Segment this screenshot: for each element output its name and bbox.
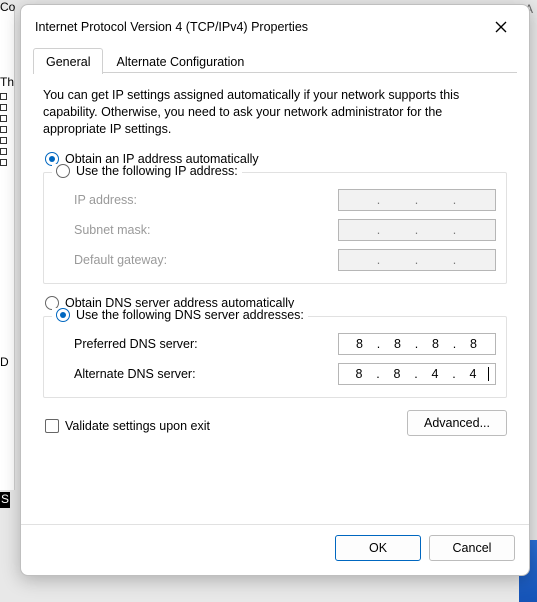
tab-content-general: You can get IP settings assigned automat… bbox=[21, 73, 529, 524]
default-gateway-label: Default gateway: bbox=[74, 253, 167, 267]
preferred-dns-input[interactable]: 8. 8. 8. 8 bbox=[338, 333, 496, 355]
dialog-footer: OK Cancel bbox=[21, 524, 529, 575]
ip-manual-group: Use the following IP address: IP address… bbox=[43, 172, 507, 284]
alternate-dns-input[interactable]: 8. 8. 4. 4 bbox=[338, 363, 496, 385]
tab-general[interactable]: General bbox=[33, 48, 103, 74]
bg-text: S bbox=[0, 492, 10, 508]
tab-alternate-configuration[interactable]: Alternate Configuration bbox=[103, 48, 257, 74]
radio-icon bbox=[56, 164, 70, 178]
default-gateway-input: ... bbox=[338, 249, 496, 271]
dialog-title: Internet Protocol Version 4 (TCP/IPv4) P… bbox=[35, 20, 308, 34]
checkbox-label: Validate settings upon exit bbox=[65, 419, 210, 433]
subnet-mask-label: Subnet mask: bbox=[74, 223, 150, 237]
radio-ip-manual[interactable]: Use the following IP address: bbox=[52, 164, 242, 178]
dns-manual-group: Use the following DNS server addresses: … bbox=[43, 316, 507, 398]
bg-text: Th bbox=[0, 75, 14, 170]
validate-settings-checkbox[interactable]: Validate settings upon exit bbox=[45, 419, 210, 433]
preferred-dns-label: Preferred DNS server: bbox=[74, 337, 198, 351]
checkbox-icon bbox=[45, 419, 59, 433]
text-caret bbox=[488, 367, 489, 381]
ipv4-properties-dialog: Internet Protocol Version 4 (TCP/IPv4) P… bbox=[20, 4, 530, 576]
intro-text: You can get IP settings assigned automat… bbox=[43, 87, 507, 138]
bg-text: D bbox=[0, 355, 9, 369]
tabstrip: General Alternate Configuration bbox=[21, 47, 529, 73]
titlebar: Internet Protocol Version 4 (TCP/IPv4) P… bbox=[21, 5, 529, 47]
close-button[interactable] bbox=[487, 15, 515, 39]
radio-icon bbox=[56, 308, 70, 322]
radio-label: Use the following DNS server addresses: bbox=[76, 308, 304, 322]
bg-text: Co bbox=[0, 0, 15, 14]
radio-label: Use the following IP address: bbox=[76, 164, 238, 178]
radio-dns-manual[interactable]: Use the following DNS server addresses: bbox=[52, 308, 308, 322]
alternate-dns-label: Alternate DNS server: bbox=[74, 367, 196, 381]
cancel-button[interactable]: Cancel bbox=[429, 535, 515, 561]
ip-address-label: IP address: bbox=[74, 193, 137, 207]
ip-address-input: ... bbox=[338, 189, 496, 211]
ok-button[interactable]: OK bbox=[335, 535, 421, 561]
advanced-button[interactable]: Advanced... bbox=[407, 410, 507, 436]
subnet-mask-input: ... bbox=[338, 219, 496, 241]
close-icon bbox=[495, 21, 507, 33]
